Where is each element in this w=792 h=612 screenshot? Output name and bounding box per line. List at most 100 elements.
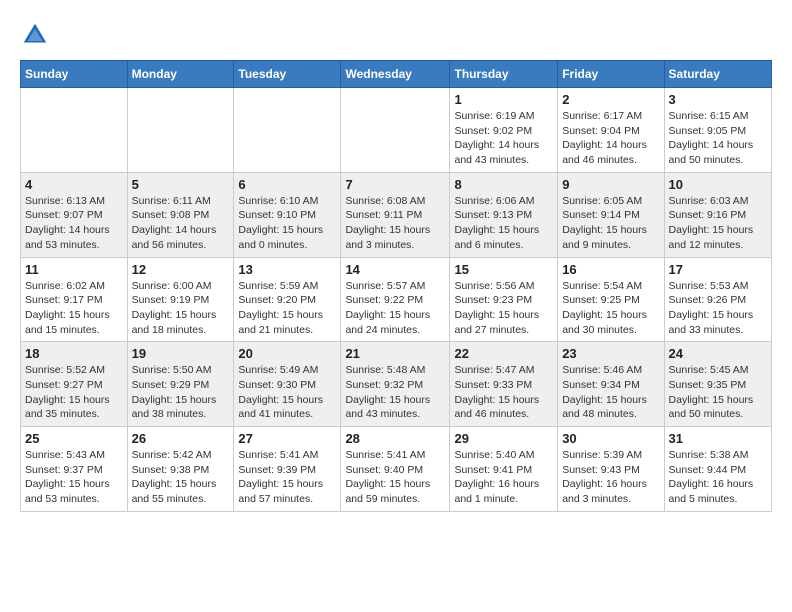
day-info: Sunrise: 5:45 AM Sunset: 9:35 PM Dayligh… [669, 363, 767, 422]
day-number: 17 [669, 262, 767, 277]
day-cell: 13Sunrise: 5:59 AM Sunset: 9:20 PM Dayli… [234, 257, 341, 342]
day-cell: 29 Sunrise: 5:40 AM Sunset: 9:41 PM Dayli… [450, 427, 558, 512]
day-info: Sunrise: 5:47 AM Sunset: 9:33 PM Dayligh… [454, 363, 553, 422]
day-info: Sunrise: 5:40 AM Sunset: 9:41 PM Dayligh… [454, 448, 553, 507]
header-friday: Friday [558, 61, 664, 88]
day-info: Sunrise: 6:05 AM Sunset: 9:14 PM Dayligh… [562, 194, 659, 253]
day-info: Sunrise: 5:54 AM Sunset: 9:25 PM Dayligh… [562, 279, 659, 338]
logo [20, 20, 54, 50]
day-info: Sunrise: 5:43 AM Sunset: 9:37 PM Dayligh… [25, 448, 123, 507]
day-cell: 9 Sunrise: 6:05 AM Sunset: 9:14 PM Daylig… [558, 172, 664, 257]
day-cell: 11 Sunrise: 6:02 AM Sunset: 9:17 PM Dayli… [21, 257, 128, 342]
day-info: Sunrise: 5:49 AM Sunset: 9:30 PM Dayligh… [238, 363, 336, 422]
day-number: 22 [454, 346, 553, 361]
day-number: 27 [238, 431, 336, 446]
day-info: Sunrise: 5:56 AM Sunset: 9:23 PM Dayligh… [454, 279, 553, 338]
day-number: 6 [238, 177, 336, 192]
day-cell: 27 Sunrise: 5:41 AM Sunset: 9:39 PM Dayli… [234, 427, 341, 512]
day-info: Sunrise: 5:52 AM Sunset: 9:27 PM Dayligh… [25, 363, 123, 422]
day-cell: 19Sunrise: 5:50 AM Sunset: 9:29 PM Dayli… [127, 342, 234, 427]
day-info: Sunrise: 6:00 AM Sunset: 9:19 PM Dayligh… [132, 279, 230, 338]
day-cell: 16 Sunrise: 5:54 AM Sunset: 9:25 PM Dayli… [558, 257, 664, 342]
week-row-5: 25 Sunrise: 5:43 AM Sunset: 9:37 PM Dayli… [21, 427, 772, 512]
day-cell: 5 Sunrise: 6:11 AM Sunset: 9:08 PM Daylig… [127, 172, 234, 257]
day-cell [341, 88, 450, 173]
week-row-1: 1 Sunrise: 6:19 AM Sunset: 9:02 PM Daylig… [21, 88, 772, 173]
day-info: Sunrise: 5:53 AM Sunset: 9:26 PM Dayligh… [669, 279, 767, 338]
day-cell: 26 Sunrise: 5:42 AM Sunset: 9:38 PM Dayli… [127, 427, 234, 512]
day-cell: 2 Sunrise: 6:17 AM Sunset: 9:04 PM Daylig… [558, 88, 664, 173]
day-info: Sunrise: 6:06 AM Sunset: 9:13 PM Dayligh… [454, 194, 553, 253]
header-tuesday: Tuesday [234, 61, 341, 88]
day-cell: 4Sunrise: 6:13 AM Sunset: 9:07 PM Daylig… [21, 172, 128, 257]
header-wednesday: Wednesday [341, 61, 450, 88]
day-number: 20 [238, 346, 336, 361]
day-cell: 6 Sunrise: 6:10 AM Sunset: 9:10 PM Daylig… [234, 172, 341, 257]
day-info: Sunrise: 6:13 AM Sunset: 9:07 PM Dayligh… [25, 194, 123, 253]
day-number: 12 [132, 262, 230, 277]
day-cell [127, 88, 234, 173]
day-cell: 22 Sunrise: 5:47 AM Sunset: 9:33 PM Dayli… [450, 342, 558, 427]
day-number: 14 [345, 262, 445, 277]
day-info: Sunrise: 5:50 AM Sunset: 9:29 PM Dayligh… [132, 363, 230, 422]
day-number: 13 [238, 262, 336, 277]
day-number: 9 [562, 177, 659, 192]
header-monday: Monday [127, 61, 234, 88]
day-cell: 28 Sunrise: 5:41 AM Sunset: 9:40 PM Dayli… [341, 427, 450, 512]
day-info: Sunrise: 6:08 AM Sunset: 9:11 PM Dayligh… [345, 194, 445, 253]
day-number: 29 [454, 431, 553, 446]
day-cell: 23 Sunrise: 5:46 AM Sunset: 9:34 PM Dayli… [558, 342, 664, 427]
day-info: Sunrise: 6:19 AM Sunset: 9:02 PM Dayligh… [454, 109, 553, 168]
header-sunday: Sunday [21, 61, 128, 88]
day-cell: 24 Sunrise: 5:45 AM Sunset: 9:35 PM Dayli… [664, 342, 771, 427]
day-info: Sunrise: 6:02 AM Sunset: 9:17 PM Dayligh… [25, 279, 123, 338]
day-number: 28 [345, 431, 445, 446]
day-info: Sunrise: 5:46 AM Sunset: 9:34 PM Dayligh… [562, 363, 659, 422]
day-number: 30 [562, 431, 659, 446]
day-info: Sunrise: 5:38 AM Sunset: 9:44 PM Dayligh… [669, 448, 767, 507]
day-cell: 18Sunrise: 5:52 AM Sunset: 9:27 PM Dayli… [21, 342, 128, 427]
page-header [20, 20, 772, 50]
week-row-4: 18Sunrise: 5:52 AM Sunset: 9:27 PM Dayli… [21, 342, 772, 427]
day-number: 7 [345, 177, 445, 192]
day-info: Sunrise: 5:42 AM Sunset: 9:38 PM Dayligh… [132, 448, 230, 507]
day-number: 26 [132, 431, 230, 446]
day-number: 3 [669, 92, 767, 107]
day-cell: 7 Sunrise: 6:08 AM Sunset: 9:11 PM Daylig… [341, 172, 450, 257]
day-number: 25 [25, 431, 123, 446]
day-cell: 8 Sunrise: 6:06 AM Sunset: 9:13 PM Daylig… [450, 172, 558, 257]
day-info: Sunrise: 6:11 AM Sunset: 9:08 PM Dayligh… [132, 194, 230, 253]
day-info: Sunrise: 6:17 AM Sunset: 9:04 PM Dayligh… [562, 109, 659, 168]
day-cell: 12 Sunrise: 6:00 AM Sunset: 9:19 PM Dayli… [127, 257, 234, 342]
day-number: 15 [454, 262, 553, 277]
day-number: 10 [669, 177, 767, 192]
day-number: 2 [562, 92, 659, 107]
day-number: 16 [562, 262, 659, 277]
day-info: Sunrise: 6:15 AM Sunset: 9:05 PM Dayligh… [669, 109, 767, 168]
day-cell [234, 88, 341, 173]
day-number: 5 [132, 177, 230, 192]
day-number: 8 [454, 177, 553, 192]
day-cell: 17 Sunrise: 5:53 AM Sunset: 9:26 PM Dayli… [664, 257, 771, 342]
day-info: Sunrise: 5:41 AM Sunset: 9:39 PM Dayligh… [238, 448, 336, 507]
day-cell: 20 Sunrise: 5:49 AM Sunset: 9:30 PM Dayli… [234, 342, 341, 427]
day-cell: 25 Sunrise: 5:43 AM Sunset: 9:37 PM Dayli… [21, 427, 128, 512]
day-info: Sunrise: 5:39 AM Sunset: 9:43 PM Dayligh… [562, 448, 659, 507]
header-thursday: Thursday [450, 61, 558, 88]
day-number: 21 [345, 346, 445, 361]
week-row-2: 4Sunrise: 6:13 AM Sunset: 9:07 PM Daylig… [21, 172, 772, 257]
day-info: Sunrise: 6:10 AM Sunset: 9:10 PM Dayligh… [238, 194, 336, 253]
logo-icon [20, 20, 50, 50]
day-info: Sunrise: 5:48 AM Sunset: 9:32 PM Dayligh… [345, 363, 445, 422]
day-info: Sunrise: 6:03 AM Sunset: 9:16 PM Dayligh… [669, 194, 767, 253]
week-row-3: 11 Sunrise: 6:02 AM Sunset: 9:17 PM Dayli… [21, 257, 772, 342]
day-info: Sunrise: 5:57 AM Sunset: 9:22 PM Dayligh… [345, 279, 445, 338]
day-number: 11 [25, 262, 123, 277]
calendar-header-row: SundayMondayTuesdayWednesdayThursdayFrid… [21, 61, 772, 88]
day-number: 24 [669, 346, 767, 361]
day-cell: 15 Sunrise: 5:56 AM Sunset: 9:23 PM Dayli… [450, 257, 558, 342]
day-number: 23 [562, 346, 659, 361]
day-number: 1 [454, 92, 553, 107]
day-info: Sunrise: 5:41 AM Sunset: 9:40 PM Dayligh… [345, 448, 445, 507]
day-cell: 21 Sunrise: 5:48 AM Sunset: 9:32 PM Dayli… [341, 342, 450, 427]
